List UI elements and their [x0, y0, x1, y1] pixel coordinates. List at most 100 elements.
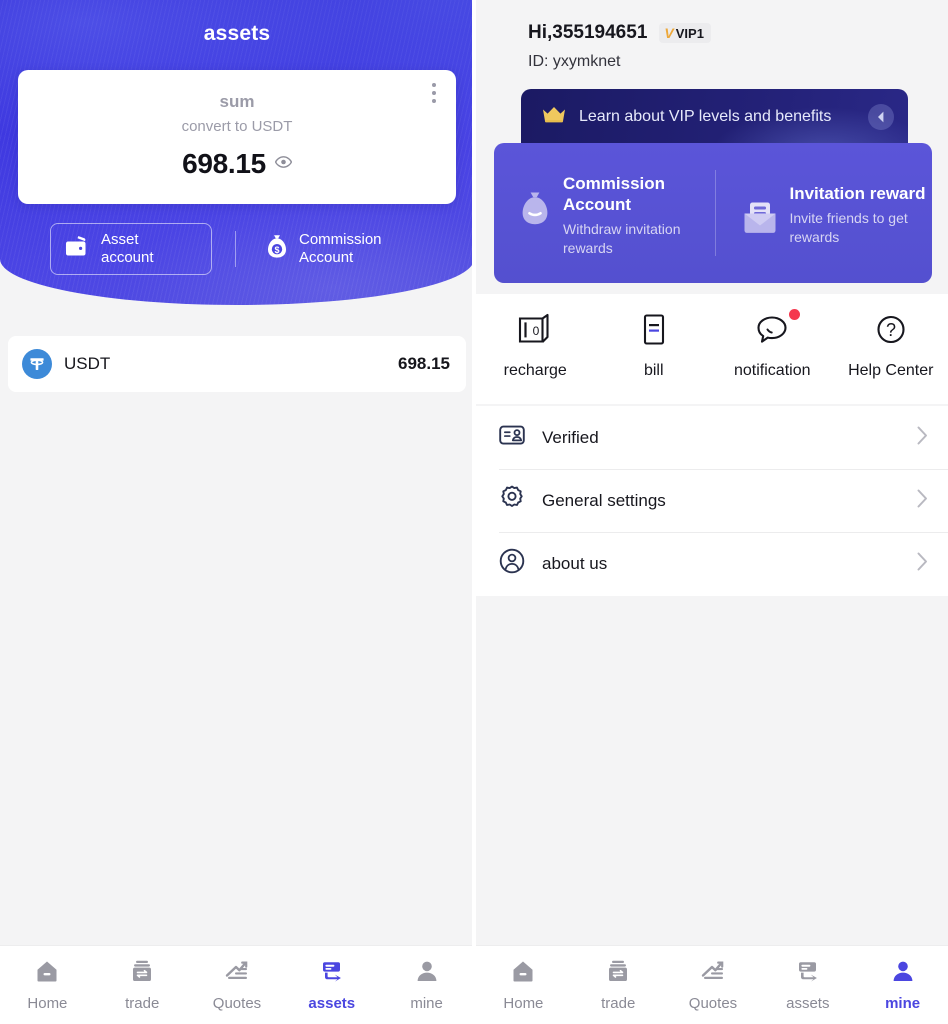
assets-card-icon — [795, 959, 821, 988]
promo-commission-subtitle: Withdraw invitation rewards — [563, 220, 681, 256]
quick-action-help-center[interactable]: ? Help Center — [832, 294, 948, 380]
svg-text:0: 0 — [533, 324, 540, 338]
tab-assets-label: assets — [308, 994, 356, 1012]
tab-assets[interactable]: assets — [284, 959, 379, 1012]
greeting-row: Hi,355194651 V VIP1 — [528, 22, 711, 44]
tab-assets[interactable]: assets — [760, 959, 855, 1012]
quick-action-recharge[interactable]: 0 recharge — [476, 294, 595, 380]
tab-mine[interactable]: mine — [855, 959, 948, 1012]
quick-action-notification-label: notification — [734, 362, 811, 379]
balance-amount: 698.15 — [182, 148, 266, 179]
promo-card: Commission Account Withdraw invitation r… — [494, 143, 932, 283]
chevron-right-icon — [917, 489, 928, 513]
promo-invitation-title: Invitation reward — [789, 184, 926, 203]
app-screen: assets sum convert to USDT 698.15 Asset … — [0, 0, 948, 1024]
person-icon — [414, 959, 440, 988]
tab-quotes-label: Quotes — [212, 994, 262, 1012]
menu-item-verified[interactable]: Verified — [476, 406, 948, 469]
account-shortcut-row: Asset account $ Commission Account — [0, 222, 472, 276]
commission-account-button[interactable]: $ Commission Account — [265, 231, 382, 267]
crown-icon — [541, 105, 567, 129]
tab-trade-label: trade — [601, 994, 636, 1012]
quotes-chart-icon — [700, 959, 726, 988]
eye-visible-icon[interactable] — [274, 155, 293, 173]
id-card-icon — [499, 424, 525, 451]
tab-mine[interactable]: mine — [379, 959, 472, 1012]
balance-convert-label: convert to USDT — [181, 118, 293, 135]
tab-home[interactable]: Home — [0, 959, 95, 1012]
bottom-tabbar-right: Home trade Quotes assets mine — [476, 945, 948, 1024]
tab-quotes-label: Quotes — [688, 994, 738, 1012]
menu-item-about-us[interactable]: about us — [476, 532, 948, 595]
greeting-text: Hi,355194651 — [528, 22, 648, 43]
recharge-card-icon: 0 — [515, 312, 555, 353]
balance-value-row: 698.15 — [18, 148, 456, 180]
vip-mark-icon: V — [664, 25, 674, 41]
home-icon — [34, 959, 60, 988]
vip-banner-label: Learn about VIP levels and benefits — [579, 108, 832, 125]
menu-item-general-settings[interactable]: General settings — [476, 469, 948, 532]
promo-invitation-text: Invitation reward Invite friends to get … — [789, 183, 932, 247]
quick-action-help-center-label: Help Center — [848, 362, 934, 379]
trade-icon — [605, 959, 631, 988]
assets-panel: assets sum convert to USDT 698.15 Asset … — [0, 0, 474, 1024]
person-icon — [890, 959, 916, 988]
coin-symbol: USDT — [64, 354, 111, 373]
menu-item-general-settings-label: General settings — [542, 490, 666, 510]
chevron-left-circle-icon[interactable] — [868, 104, 894, 130]
vip-banner[interactable]: Learn about VIP levels and benefits — [521, 89, 908, 145]
gear-icon — [499, 485, 525, 516]
tab-mine-label: mine — [885, 994, 921, 1012]
user-circle-icon — [499, 548, 525, 579]
promo-invitation-reward[interactable]: Invitation reward Invite friends to get … — [742, 179, 932, 247]
bill-document-icon — [634, 312, 674, 353]
chevron-right-icon — [917, 426, 928, 450]
menu-item-about-us-label: about us — [542, 553, 608, 573]
settings-menu: Verified General settings about us — [476, 406, 948, 596]
balance-card: sum convert to USDT 698.15 — [18, 70, 456, 204]
quotes-chart-icon — [224, 959, 250, 988]
balance-sum-label: sum — [219, 92, 255, 111]
svg-text:?: ? — [886, 320, 896, 340]
question-circle-icon: ? — [871, 312, 911, 353]
home-icon — [510, 959, 536, 988]
quick-action-recharge-label: recharge — [503, 362, 567, 379]
tether-icon — [22, 349, 52, 379]
quick-action-bill[interactable]: bill — [595, 294, 714, 380]
envelope-icon — [742, 201, 778, 240]
svg-text:$: $ — [274, 245, 279, 255]
tab-trade[interactable]: trade — [95, 959, 190, 1012]
commission-account-label: Commission Account — [299, 231, 382, 266]
notification-badge-dot — [789, 309, 801, 320]
promo-invitation-subtitle: Invite friends to get rewards — [789, 210, 908, 245]
wallet-icon — [65, 235, 91, 264]
bottom-tabbar-left: Home trade Quotes assets mine — [0, 945, 472, 1024]
tab-mine-label: mine — [410, 994, 443, 1012]
promo-commission-title: Commission Account — [563, 173, 666, 214]
tab-home[interactable]: Home — [476, 959, 571, 1012]
coin-list-item-usdt[interactable]: USDT 698.15 — [8, 336, 466, 392]
tab-quotes[interactable]: Quotes — [190, 959, 285, 1012]
asset-account-button[interactable]: Asset account — [50, 223, 212, 275]
promo-divider — [715, 170, 717, 256]
account-row-divider — [235, 231, 236, 267]
chat-bubble-icon — [752, 312, 792, 353]
asset-account-label: Asset account — [101, 231, 154, 266]
status-badge[interactable]: V VIP1 — [659, 23, 711, 43]
tab-quotes[interactable]: Quotes — [666, 959, 761, 1012]
promo-commission-account[interactable]: Commission Account Withdraw invitation r… — [518, 169, 711, 258]
promo-commission-text: Commission Account Withdraw invitation r… — [563, 173, 711, 258]
money-bag-icon — [518, 191, 552, 234]
chevron-right-icon — [917, 552, 928, 576]
tab-home-label: Home — [503, 994, 544, 1012]
money-bag-icon: $ — [265, 234, 289, 264]
quick-actions-row: 0 recharge bill notification ? Help Cent… — [476, 294, 948, 404]
quick-action-notification[interactable]: notification — [713, 294, 832, 380]
mine-panel: Hi,355194651 V VIP1 ID: yxymknet Learn a… — [474, 0, 948, 1024]
user-id: ID: yxymknet — [528, 53, 621, 70]
tab-trade-label: trade — [125, 994, 160, 1012]
tab-home-label: Home — [27, 994, 68, 1012]
tab-assets-label: assets — [786, 994, 830, 1012]
quick-action-bill-label: bill — [643, 362, 664, 379]
tab-trade[interactable]: trade — [571, 959, 666, 1012]
